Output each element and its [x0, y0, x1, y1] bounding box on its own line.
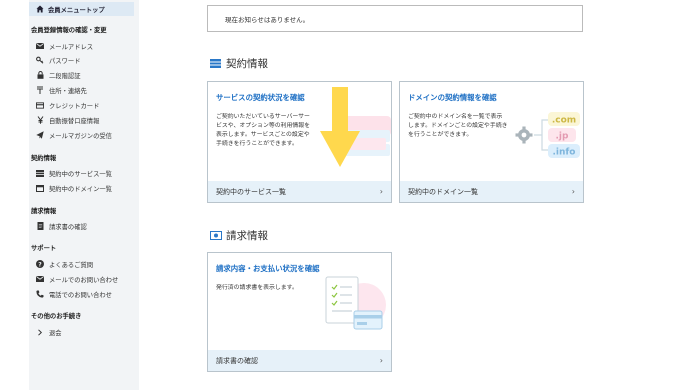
credit-card-icon — [36, 101, 44, 109]
sidebar-section-title: 請求情報 — [31, 208, 57, 215]
mail-icon — [36, 42, 44, 50]
svg-text:?: ? — [38, 261, 42, 268]
chevron-right-icon: › — [379, 187, 383, 196]
document-icon — [36, 222, 44, 230]
sidebar-item-label: よくあるご質問 — [49, 261, 94, 269]
sidebar-item-withdraw[interactable]: 退会 — [36, 326, 62, 338]
sidebar-item-label: 自動振替口座情報 — [49, 117, 100, 125]
phone-icon — [36, 290, 44, 298]
sidebar: 会員メニュートップ 会員登録情報の確認・変更 メールアドレス パスワード 二段階… — [29, 0, 139, 390]
sidebar-item-label: 契約中のドメイン一覧 — [49, 185, 112, 193]
service-list-link[interactable]: 契約中のサービス一覧 › — [208, 181, 391, 202]
sidebar-item-newsletter[interactable]: メールマガジンの受信 — [36, 129, 112, 141]
billing-heading: 請求情報 — [210, 228, 268, 243]
invoice-illustration — [325, 276, 386, 330]
service-contract-card[interactable]: サービスの契約状況を確認 ご契約いただいているサーバーサービスや、オプション等の… — [207, 81, 392, 203]
invoice-check-link-label: 請求書の確認 — [216, 356, 258, 365]
tld-com-label: .com — [552, 116, 576, 126]
sidebar-item-label: 会員メニュートップ — [48, 6, 105, 14]
domain-card-description: ご契約中のドメイン名を一覧で表示します。ドメインごとの設定や手続きを行うことがで… — [408, 114, 508, 139]
domain-contract-card[interactable]: ドメインの契約情報を確認 ご契約中のドメイン名を一覧で表示します。ドメインごとの… — [399, 81, 584, 203]
sidebar-item-phone-contact[interactable]: 電話でのお問い合わせ — [36, 288, 112, 300]
sidebar-item-label: 契約中のサービス一覧 — [49, 170, 112, 178]
chevron-right-icon: › — [379, 356, 383, 365]
sidebar-section-title: 契約情報 — [31, 155, 57, 162]
domain-card-title[interactable]: ドメインの契約情報を確認 — [408, 92, 497, 103]
down-arrow-icon — [320, 87, 360, 167]
domain-list-link-label: 契約中のドメイン一覧 — [408, 187, 478, 196]
tld-jp-label: .jp — [556, 132, 570, 142]
billing-card[interactable]: 請求内容・お支払い状況を確認 発行済の請求書を表示します。 請求書の確認 › — [207, 252, 392, 372]
lock-icon — [36, 71, 44, 79]
sidebar-item-mail-contact[interactable]: メールでのお問い合わせ — [36, 273, 118, 285]
sidebar-item-label: 二段階認証 — [49, 72, 81, 80]
chevron-right-icon — [36, 328, 44, 336]
sidebar-item-auto-transfer[interactable]: 自動振替口座情報 — [36, 114, 99, 126]
server-icon — [210, 59, 221, 68]
sidebar-item-label: メールマガジンの受信 — [49, 132, 112, 140]
service-card-title[interactable]: サービスの契約状況を確認 — [216, 92, 305, 103]
sidebar-section-title: 会員登録情報の確認・変更 — [31, 27, 107, 34]
contract-heading: 契約情報 — [210, 56, 268, 71]
yen-icon — [36, 116, 44, 124]
window-icon — [36, 184, 44, 192]
sidebar-item-faq[interactable]: ? よくあるご質問 — [36, 258, 93, 270]
billing-card-description: 発行済の請求書を表示します。 — [216, 285, 298, 291]
postal-icon — [36, 86, 44, 94]
sidebar-item-email[interactable]: メールアドレス — [36, 40, 93, 52]
sidebar-item-label: メールアドレス — [49, 43, 94, 51]
sidebar-item-address[interactable]: 住所・連絡先 — [36, 84, 87, 96]
sidebar-section-title: サポート — [31, 245, 57, 252]
sidebar-item-label: 電話でのお問い合わせ — [49, 291, 112, 299]
server-icon — [36, 169, 44, 177]
sidebar-item-invoice[interactable]: 請求書の確認 — [36, 220, 87, 232]
sidebar-item-label: クレジットカード — [49, 102, 100, 110]
mail-icon — [36, 275, 44, 283]
domain-list-link[interactable]: 契約中のドメイン一覧 › — [400, 181, 583, 202]
service-card-description: ご契約いただいているサーバーサービスや、オプション等の利用情報を表示します。サー… — [216, 114, 311, 148]
tld-info-label: .info — [552, 148, 575, 158]
sidebar-item-password[interactable]: パスワード — [36, 54, 80, 66]
sidebar-item-label: 住所・連絡先 — [49, 87, 87, 95]
sidebar-item-domains[interactable]: 契約中のドメイン一覧 — [36, 182, 112, 194]
notice-text: 現在お知らせはありません。 — [225, 15, 310, 24]
sidebar-item-label: パスワード — [49, 57, 81, 65]
billing-heading-text: 請求情報 — [226, 230, 268, 242]
sidebar-item-label: 退会 — [49, 329, 62, 337]
home-icon — [36, 5, 44, 13]
sidebar-item-member-top[interactable]: 会員メニュートップ — [29, 2, 134, 16]
sidebar-item-credit-card[interactable]: クレジットカード — [36, 99, 99, 111]
sidebar-item-services[interactable]: 契約中のサービス一覧 — [36, 167, 112, 179]
question-icon: ? — [36, 260, 44, 268]
sidebar-item-label: 請求書の確認 — [49, 223, 87, 231]
notice-box: 現在お知らせはありません。 — [207, 5, 583, 32]
sidebar-item-two-factor[interactable]: 二段階認証 — [36, 69, 80, 81]
domain-illustration: .com .jp .info — [515, 112, 580, 158]
service-list-link-label: 契約中のサービス一覧 — [216, 187, 286, 196]
banknote-icon — [210, 231, 222, 240]
sidebar-section-title: その他のお手続き — [31, 313, 82, 320]
invoice-check-link[interactable]: 請求書の確認 › — [208, 350, 391, 371]
chevron-right-icon: › — [571, 187, 575, 196]
paper-plane-icon — [36, 131, 44, 139]
billing-card-title[interactable]: 請求内容・お支払い状況を確認 — [216, 263, 319, 274]
sidebar-item-label: メールでのお問い合わせ — [49, 276, 119, 284]
contract-heading-text: 契約情報 — [226, 58, 268, 70]
key-icon — [36, 56, 44, 64]
